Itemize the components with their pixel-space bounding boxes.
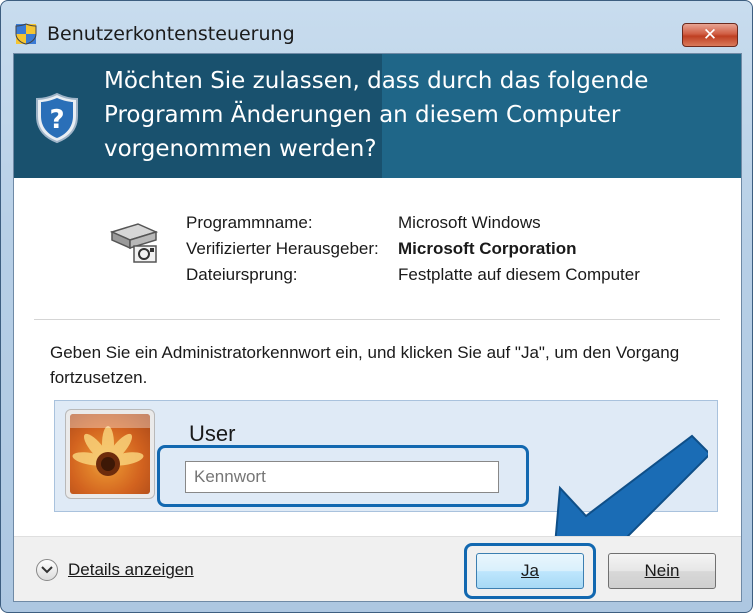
dialog-content: ? Möchten Sie zulassen, dass durch das f… — [13, 53, 742, 602]
program-name-value: Microsoft Windows — [398, 213, 541, 232]
password-field[interactable] — [185, 461, 499, 493]
close-icon: ✕ — [702, 25, 718, 45]
publisher-value: Microsoft Corporation — [398, 239, 577, 258]
publisher-label: Verifizierter Herausgeber: — [186, 239, 379, 258]
yes-button[interactable]: Ja — [476, 553, 584, 589]
no-button-label: Nein — [644, 561, 680, 580]
program-info-labels: Programmname: Verifizierter Herausgeber:… — [186, 210, 379, 288]
program-name-label: Programmname: — [186, 213, 313, 232]
banner-question: Möchten Sie zulassen, dass durch das fol… — [104, 68, 649, 162]
svg-text:?: ? — [49, 105, 64, 135]
details-label[interactable]: Details anzeigen — [68, 560, 194, 580]
flower-avatar — [70, 414, 150, 494]
program-drive-icon — [109, 223, 159, 263]
divider — [34, 319, 720, 320]
yes-button-label: Ja — [521, 561, 539, 580]
avatar — [65, 409, 155, 499]
chevron-down-icon[interactable] — [36, 559, 58, 581]
window-title: Benutzerkontensteuerung — [47, 23, 295, 45]
file-origin-value: Festplatte auf diesem Computer — [398, 265, 640, 284]
close-button[interactable]: ✕ — [682, 23, 738, 47]
shield-question-icon: ? — [36, 92, 78, 144]
instruction-text: Geben Sie ein Administratorkennwort ein,… — [50, 343, 680, 387]
button-bar: Details anzeigen Ja Nein — [14, 536, 741, 601]
uac-window: Benutzerkontensteuerung ✕ ? Möchten Sie … — [0, 0, 753, 613]
user-name: User — [189, 421, 236, 446]
title-bar[interactable]: Benutzerkontensteuerung ✕ — [1, 1, 752, 53]
question-banner: ? Möchten Sie zulassen, dass durch das f… — [14, 54, 741, 178]
uac-shield-icon — [15, 23, 37, 45]
no-button[interactable]: Nein — [608, 553, 716, 589]
details-button[interactable]: Details anzeigen — [36, 557, 194, 583]
flower-icon — [70, 414, 150, 494]
file-origin-label: Dateiursprung: — [186, 265, 298, 284]
program-info-values: Microsoft Windows Microsoft Corporation … — [398, 210, 640, 288]
